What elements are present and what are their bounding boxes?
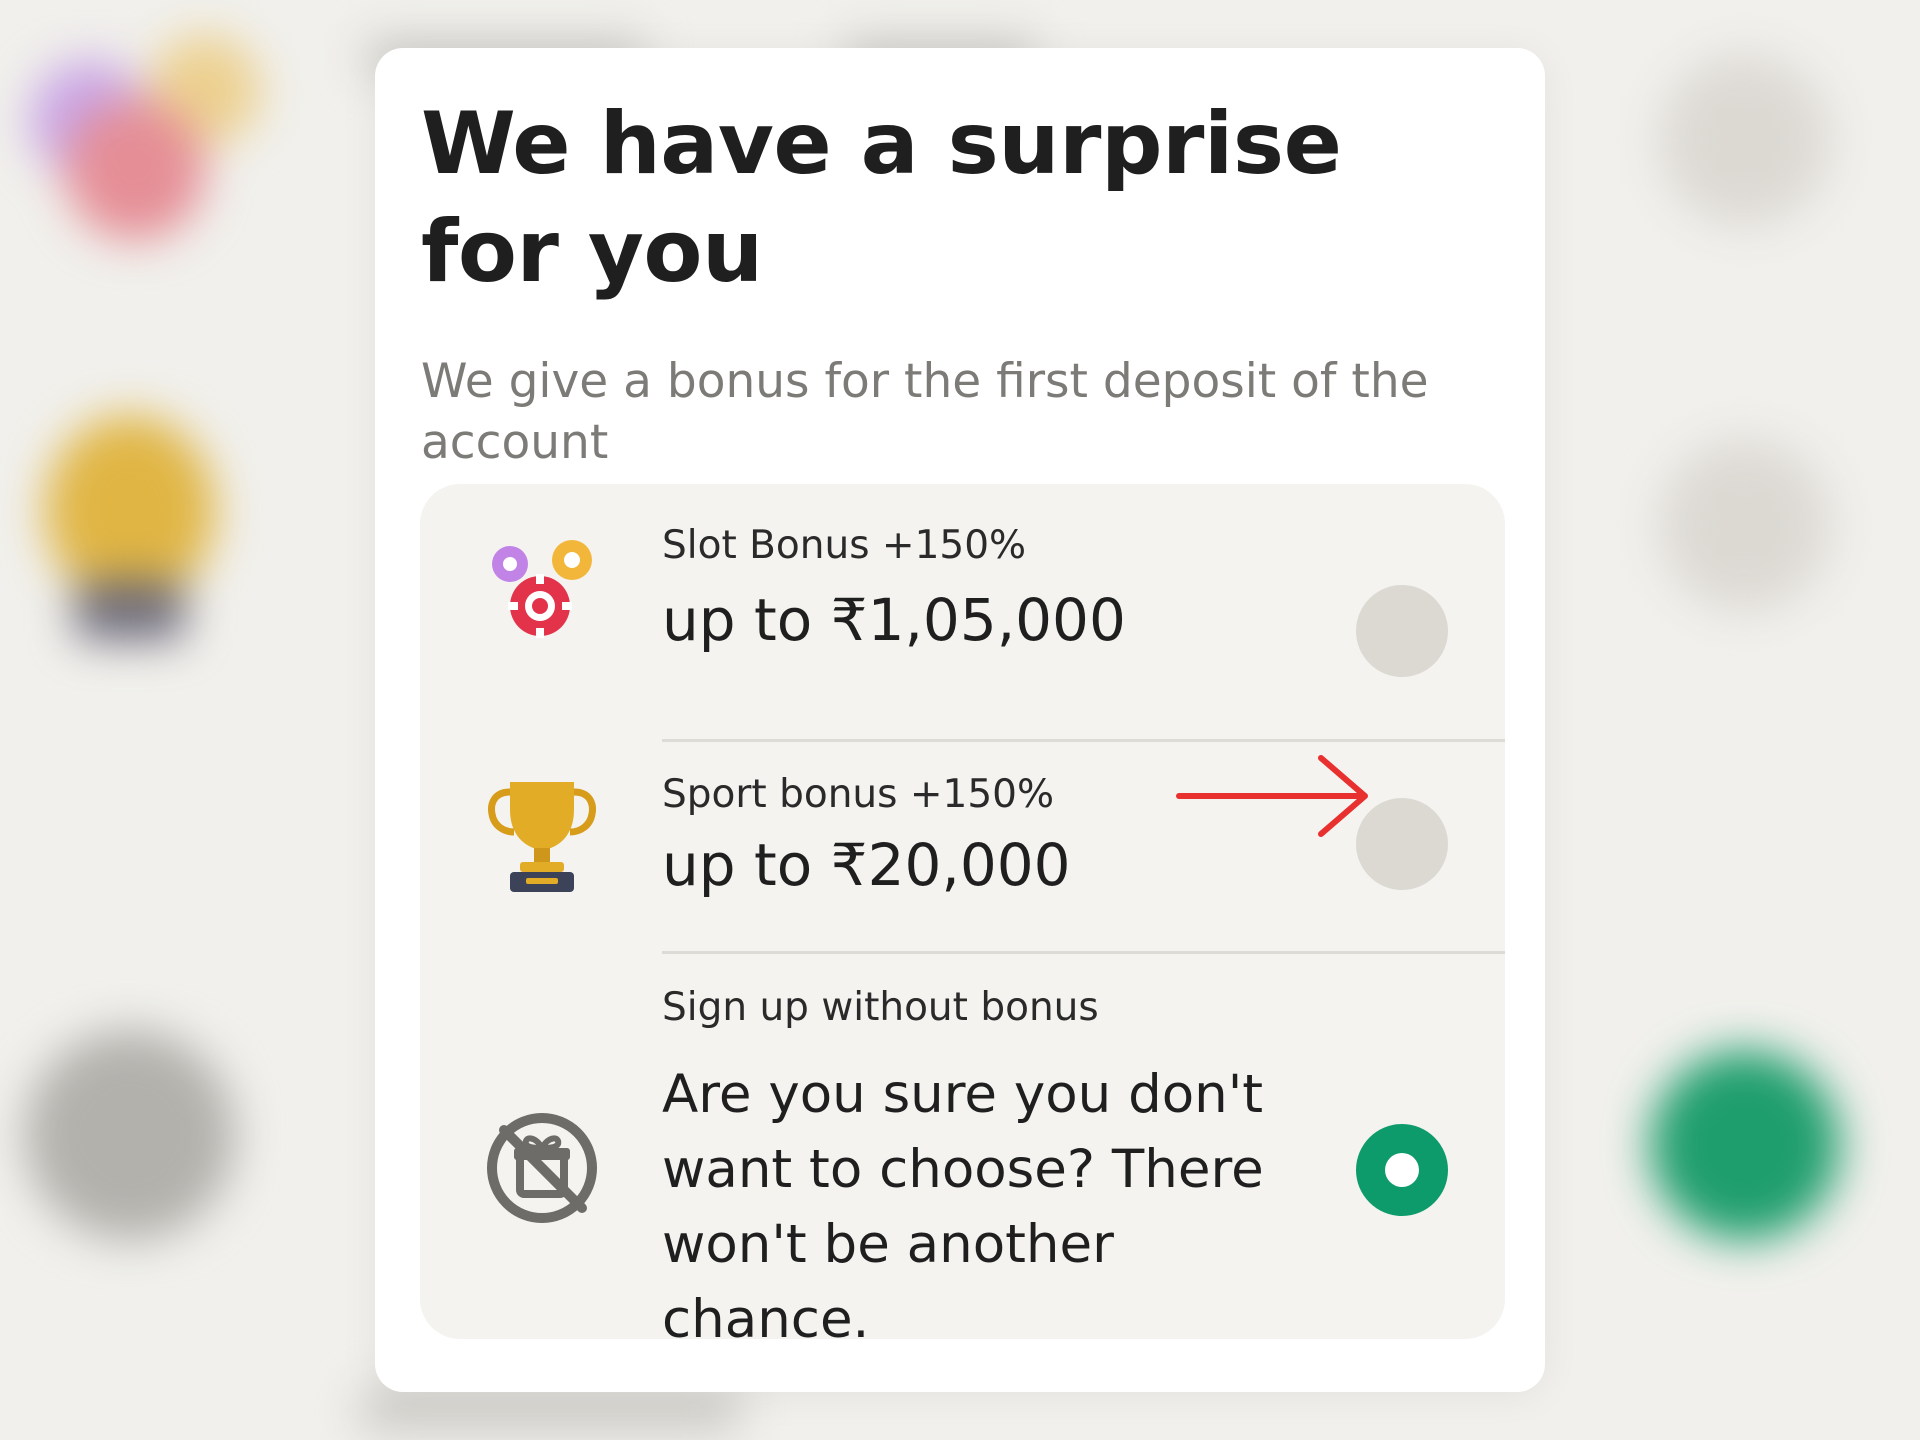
bg-no-gift xyxy=(25,1030,235,1240)
casino-chips-icon xyxy=(492,540,592,638)
bg-trophy-gold xyxy=(45,415,215,605)
modal-title: We have a surprise for you xyxy=(421,94,1342,302)
option-value: up to ₹1,05,000 xyxy=(662,586,1126,654)
bg-text-line xyxy=(360,1390,740,1430)
radio-no-bonus[interactable] xyxy=(1356,1124,1448,1216)
bonus-options-list: Slot Bonus +150% up to ₹1,05,000 Sport b… xyxy=(420,484,1505,1350)
option-slot-bonus[interactable]: Slot Bonus +150% up to ₹1,05,000 xyxy=(420,484,1505,742)
bg-radio-2 xyxy=(1660,440,1830,610)
bg-radio-1 xyxy=(1660,55,1830,225)
radio-slot-bonus[interactable] xyxy=(1356,585,1448,677)
option-no-bonus[interactable]: Sign up without bonus Are you sure you d… xyxy=(420,954,1505,1350)
bg-radio-selected xyxy=(1650,1050,1840,1240)
annotation-arrow-icon xyxy=(1176,755,1368,837)
trophy-icon xyxy=(488,782,596,892)
bonus-selection-modal: We have a surprise for you We give a bon… xyxy=(375,48,1545,1392)
bg-trophy-base xyxy=(75,580,185,640)
modal-subtitle: We give a bonus for the first deposit of… xyxy=(421,354,1429,470)
option-value: up to ₹20,000 xyxy=(662,831,1071,899)
option-label: Sport bonus +150% xyxy=(662,772,1055,817)
option-description: Are you sure you don't want to choose? T… xyxy=(662,1064,1264,1350)
no-gift-icon xyxy=(487,1113,597,1223)
option-label: Slot Bonus +150% xyxy=(662,523,1027,568)
bg-chip-red xyxy=(65,100,205,240)
option-label: Sign up without bonus xyxy=(662,985,1099,1030)
